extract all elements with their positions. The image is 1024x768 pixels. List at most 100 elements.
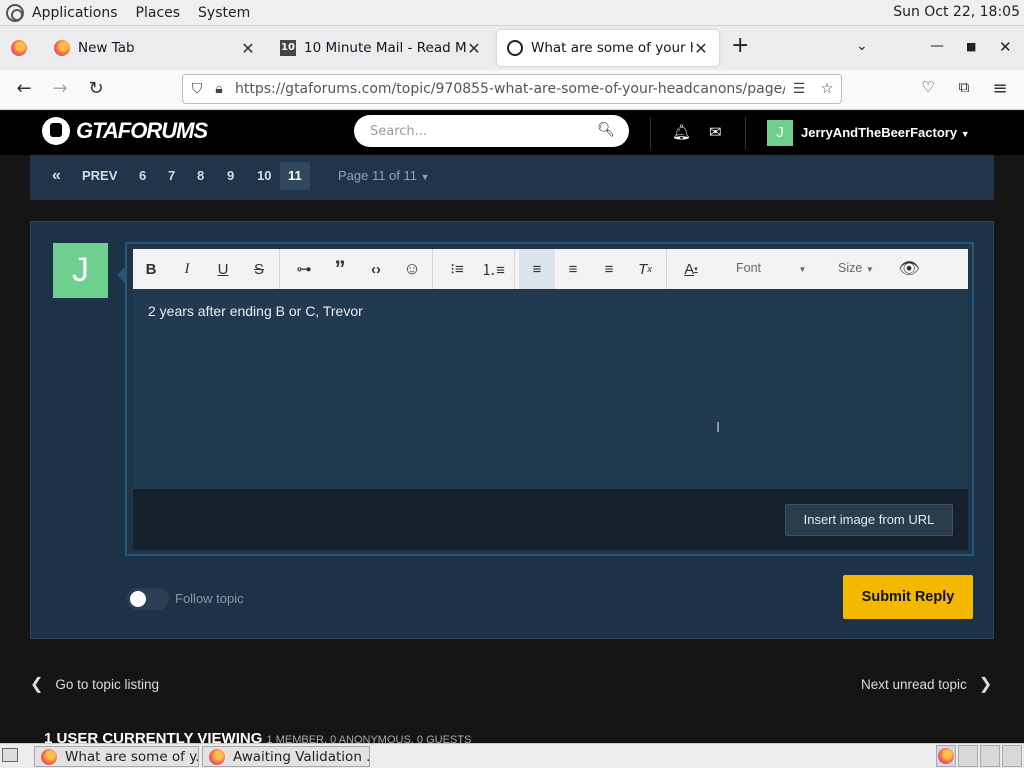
quote-icon[interactable]: ” [322,249,358,289]
follow-topic-toggle[interactable] [127,588,169,610]
underline-button[interactable]: U [205,249,241,289]
font-dropdown[interactable]: Font ▼ [736,261,806,275]
next-label: Next unread topic [861,676,967,692]
page-link[interactable]: 9 [219,162,242,190]
tab-gtaforums-active[interactable]: What are some of your headcanons ✕ [497,30,719,66]
show-desktop-icon[interactable] [2,748,18,762]
reply-box: J B I U S ⊶ ” ‹› ☺ ⁝≡ ⒈≡ ≡ ≡ ≡ Tx A ▾ Fo… [30,221,994,639]
chevron-right-icon: ❯ [978,676,993,693]
size-dropdown[interactable]: Size ▼ [838,261,874,275]
editor-content: 2 years after ending B or C, Trevor [148,303,363,319]
workspace-2[interactable] [958,745,978,767]
current-page[interactable]: 11 [280,162,310,190]
page-link[interactable]: 7 [160,162,183,190]
applications-menu[interactable]: Applications [32,5,118,21]
lock-icon[interactable]: 🔒︎ [211,81,227,97]
bookmark-star-icon[interactable]: ☆ [813,81,841,97]
caret-down-icon: ▼ [865,265,874,274]
url-text[interactable]: https://gtaforums.com/topic/970855-what-… [235,81,785,97]
reply-avatar: J [53,243,108,298]
extensions-puzzle-icon[interactable]: ⧉ [952,78,976,96]
pocket-icon[interactable]: ♡ [916,78,940,96]
users-viewing-heading: 1 user currently viewing 1 member, 0 ano… [44,730,471,743]
tab-10-minute-mail[interactable]: 10 10 Minute Mail - Read Mail ✕ [270,30,492,66]
editor-text-area[interactable]: 2 years after ending B or C, Trevor [133,289,968,489]
close-window-icon[interactable]: ✕ [999,38,1012,56]
hamburger-menu-icon[interactable]: ≡ [988,78,1012,99]
size-dropdown-label: Size [838,261,863,275]
prev-page-link[interactable]: PREV [74,162,125,190]
emoji-icon[interactable]: ☺ [394,249,430,289]
font-dropdown-label: Font [736,261,762,275]
firefox-view-icon[interactable] [11,40,27,56]
insert-image-from-url-button[interactable]: Insert image from URL [785,504,953,536]
go-to-topic-listing-link[interactable]: ❮ Go to topic listing [30,674,159,694]
workspace-3[interactable] [980,745,1000,767]
align-right-icon[interactable]: ≡ [591,249,627,289]
workspace-4[interactable] [1002,745,1022,767]
search-placeholder: Search... [370,123,428,139]
shield-icon[interactable]: ⛉ [183,81,211,97]
text-color-icon[interactable]: A ▾ [673,249,709,289]
distro-logo-icon[interactable] [6,3,24,22]
close-tab-icon[interactable]: ✕ [693,39,709,58]
align-left-icon[interactable]: ≡ [519,249,555,289]
reload-icon[interactable]: ↻ [84,78,108,99]
close-tab-icon[interactable]: ✕ [466,39,482,58]
italic-button[interactable]: I [169,249,205,289]
pagination-bar: « PREV 6 7 8 9 10 11 Page 11 of 11 ▼ [30,155,994,200]
gtaforums-icon [507,40,523,56]
places-menu[interactable]: Places [136,5,181,21]
page-link[interactable]: 8 [189,162,212,190]
reader-view-icon[interactable]: ☰ [785,81,813,97]
tab-new-tab[interactable]: New Tab ✕ [44,30,266,66]
page-content: « PREV 6 7 8 9 10 11 Page 11 of 11 ▼ J B… [0,155,1024,743]
user-menu[interactable]: JerryAndTheBeerFactory ▼ [801,125,970,140]
workspace-1[interactable] [936,745,956,767]
forward-arrow-icon[interactable]: → [48,78,72,99]
bottom-taskbar: What are some of y... Awaiting Validatio… [0,743,1024,768]
notifications-bell-icon[interactable]: 🔔︎ [672,123,691,141]
code-icon[interactable]: ‹› [358,249,394,289]
system-menu[interactable]: System [198,5,250,21]
url-bar[interactable]: ⛉ 🔒︎ https://gtaforums.com/topic/970855-… [182,74,842,104]
page-jump-dropdown[interactable]: Page 11 of 11 ▼ [338,162,430,191]
bulleted-list-icon[interactable]: ⁝≡ [439,249,475,289]
numbered-list-icon[interactable]: ⒈≡ [475,249,511,289]
align-center-icon[interactable]: ≡ [555,249,591,289]
strikethrough-button[interactable]: S [241,249,277,289]
bold-button[interactable]: B [133,249,169,289]
toolbar-divider [666,249,667,289]
caret-down-icon: ▼ [420,172,430,182]
taskbar-window-awaiting-validation[interactable]: Awaiting Validation ... [202,746,370,767]
next-unread-topic-link[interactable]: Next unread topic ❯ [861,674,992,694]
user-avatar[interactable]: J [767,120,793,146]
attachment-bar: Insert image from URL [133,489,968,550]
panel-clock[interactable]: Sun Oct 22, 18:05 [893,4,1020,20]
editor-toolbar: B I U S ⊶ ” ‹› ☺ ⁝≡ ⒈≡ ≡ ≡ ≡ Tx A ▾ Font … [133,249,968,289]
list-all-tabs-chevron-icon[interactable]: ⌄ [856,38,868,54]
new-tab-plus-icon[interactable]: + [731,33,749,58]
page-link[interactable]: 6 [131,162,154,190]
link-icon[interactable]: ⊶ [286,249,322,289]
maximize-window-icon[interactable]: ■ [966,40,976,53]
close-tab-icon[interactable]: ✕ [240,39,256,58]
taskbar-window-title: What are some of y... [65,748,199,765]
search-icon[interactable]: 🔍︎ [597,122,615,138]
page-link[interactable]: 10 [249,162,279,190]
toolbar-divider [514,249,515,289]
minimize-window-icon[interactable]: — [930,38,944,54]
preview-eye-icon[interactable]: 👁︎ [891,249,927,289]
taskbar-window-gtaforums[interactable]: What are some of y... [34,746,199,767]
messages-envelope-icon[interactable]: ✉ [709,123,722,141]
gtaforums-logo[interactable]: GTAFORUMS [42,117,208,145]
back-arrow-icon[interactable]: ← [12,78,36,99]
first-page-icon[interactable]: « [44,162,69,190]
tab-title: 10 Minute Mail - Read Mail [304,40,466,56]
clear-formatting-icon[interactable]: Tx [627,249,663,289]
system-top-panel: Applications Places System Sun Oct 22, 1… [0,0,1024,26]
follow-topic-label[interactable]: Follow topic [175,591,244,606]
submit-reply-button[interactable]: Submit Reply [843,575,973,619]
site-search-input[interactable]: Search... 🔍︎ [354,115,629,147]
toggle-knob [130,591,146,607]
